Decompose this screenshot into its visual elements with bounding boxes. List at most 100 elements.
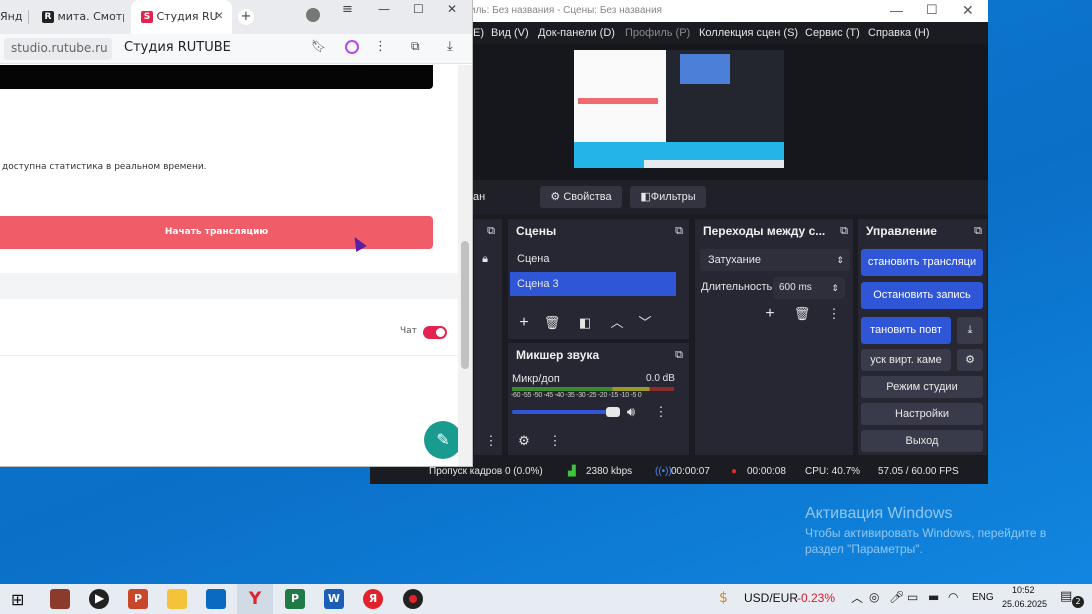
menu-help[interactable]: Справка (H) — [868, 22, 929, 44]
stats-text: доступна статистика в реальном времени. — [2, 162, 207, 172]
scrollbar-thumb[interactable] — [461, 241, 469, 369]
undock-icon[interactable]: ⧉ — [969, 221, 987, 241]
minimize-icon[interactable]: — — [890, 0, 903, 22]
store-icon[interactable] — [206, 589, 226, 609]
currency-pair[interactable]: USD/EUR — [744, 591, 798, 605]
filters-button[interactable]: ◧Фильтры — [630, 186, 706, 208]
yandex-browser-icon[interactable]: Y — [245, 589, 265, 609]
close-icon[interactable]: ✕ — [962, 0, 974, 21]
record-button[interactable]: Остановить запись — [861, 282, 983, 309]
stream-button[interactable]: становить трансляци — [861, 249, 983, 276]
save-replay-icon[interactable]: ⤓ — [957, 317, 983, 344]
wifi-icon[interactable]: ◠ — [948, 590, 958, 604]
exit-button[interactable]: Выход — [861, 430, 983, 452]
download-icon[interactable]: ⤓ — [447, 39, 453, 54]
close-icon[interactable]: ✕ — [447, 2, 457, 16]
gear-icon[interactable]: ⚙ — [957, 349, 983, 371]
yandex-icon[interactable]: Я — [363, 589, 383, 609]
microphone-icon[interactable]: 🎤︎ — [889, 590, 904, 604]
scrollbar[interactable] — [458, 65, 472, 466]
support-chat-icon[interactable]: ✎ — [424, 421, 458, 459]
virtual-camera-button[interactable]: уск вирт. каме — [861, 349, 951, 371]
maximize-icon[interactable]: ☐ — [413, 2, 424, 16]
mixer-title: Микшер звука — [516, 348, 600, 362]
duration-spinbox[interactable]: 600 ms ⇕ — [773, 277, 845, 299]
sidebar-icon[interactable]: ⧉ — [411, 39, 420, 54]
menu-tools[interactable]: Сервис (T) — [805, 22, 860, 44]
volume-meter — [512, 387, 674, 391]
controls-dock: Управление ⧉ становить трансляци Останов… — [857, 218, 988, 456]
start-stream-button[interactable]: Начать трансляцию — [0, 216, 433, 249]
video-preview — [0, 65, 433, 89]
undock-icon[interactable]: ⧉ — [670, 221, 688, 241]
maximize-icon[interactable]: ☐ — [926, 0, 938, 21]
word-icon[interactable]: W — [324, 589, 344, 609]
filter-icon[interactable]: ◧ — [574, 313, 596, 333]
trash-icon[interactable]: 🗑︎ — [791, 304, 813, 324]
trash-icon[interactable]: 🗑︎ — [541, 313, 563, 333]
more-icon[interactable]: ⋮ — [546, 431, 564, 451]
mixer-dock: Микшер звука ⧉ Микр/доп 0.0 dB -60 -55 -… — [507, 342, 690, 456]
add-icon[interactable]: + — [759, 304, 781, 324]
clock-date[interactable]: 25.06.2025 — [1002, 599, 1047, 609]
address-bar[interactable]: studio.rutube.ru Студия RUTUBE 🔖︎ ⋮ ⧉ ⤓ — [0, 34, 472, 64]
arrow-up-icon[interactable]: ︿ — [606, 313, 628, 333]
advanced-audio-icon[interactable]: ⚙ — [512, 431, 536, 451]
menu-icon[interactable]: ≡ — [342, 2, 353, 17]
transition-select[interactable]: Затухание ⇕ — [700, 249, 850, 271]
cpu-usage: CPU: 40.7% — [805, 466, 861, 477]
domain-pill[interactable]: studio.rutube.ru — [4, 38, 112, 60]
properties-button[interactable]: ⚙ Свойства — [540, 186, 622, 208]
tab-rutube-studio[interactable]: S Студия RU ✕ — [131, 0, 232, 34]
tab-yandex[interactable]: Янд — [0, 0, 24, 34]
obs-icon[interactable] — [403, 589, 423, 609]
publisher-icon[interactable]: P — [285, 589, 305, 609]
alice-icon[interactable] — [345, 40, 359, 54]
studio-mode-button[interactable]: Режим студии — [861, 376, 983, 398]
speaker-icon[interactable]: 🔊︎ — [622, 402, 640, 422]
media-player-icon[interactable]: ▶ — [89, 589, 109, 609]
scene-item[interactable]: Сцена — [510, 247, 678, 271]
winrar-icon[interactable] — [50, 589, 70, 609]
undock-icon[interactable]: ⧉ — [670, 345, 688, 365]
notification-icon[interactable]: ▤ — [1060, 589, 1072, 604]
more-icon[interactable]: ⋮ — [823, 304, 845, 324]
battery-icon[interactable]: ▬ — [928, 590, 939, 604]
undock-icon[interactable]: ⧉ — [835, 221, 853, 241]
more-icon[interactable]: ⋮ — [652, 402, 670, 422]
menu-edit[interactable]: E) — [473, 22, 484, 44]
display-icon[interactable]: ▭ — [907, 590, 918, 604]
arrow-down-icon[interactable]: ﹀ — [634, 313, 656, 333]
language-indicator[interactable]: ENG — [972, 592, 994, 603]
menu-docks[interactable]: Док-панели (D) — [538, 22, 615, 44]
volume-slider-handle[interactable] — [606, 407, 620, 417]
menu-view[interactable]: Вид (V) — [491, 22, 529, 44]
powerpoint-icon[interactable]: P — [128, 589, 148, 609]
more-icon[interactable]: ⋮ — [482, 431, 500, 451]
scene-item-selected[interactable]: Сцена 3 — [510, 272, 676, 296]
bookmark-icon[interactable]: 🔖︎ — [311, 39, 326, 53]
add-icon[interactable]: + — [513, 313, 535, 333]
minimize-icon[interactable]: — — [378, 2, 390, 16]
settings-button[interactable]: Настройки — [861, 403, 983, 425]
network-icon[interactable]: ◎ — [869, 590, 879, 604]
notification-badge: 2 — [1072, 596, 1084, 608]
currency-change: -0.23% — [797, 591, 836, 605]
menu-scene-collection[interactable]: Коллекция сцен (S) — [699, 22, 798, 44]
file-explorer-icon[interactable] — [167, 589, 187, 609]
windows-start-icon[interactable]: ⊞ — [11, 590, 24, 609]
menu-profile[interactable]: Профиль (P) — [625, 22, 690, 44]
clock-time[interactable]: 10:52 — [1012, 585, 1035, 595]
tab-rutube-watch[interactable]: R мита. Смотр — [42, 0, 124, 34]
undock-icon[interactable]: ⧉ — [482, 221, 500, 241]
lock-icon[interactable]: 🔒︎ — [476, 249, 494, 269]
chevron-up-icon[interactable]: ︿ — [851, 589, 863, 606]
chat-toggle[interactable] — [423, 326, 447, 339]
signal-icon: ▟ — [568, 466, 576, 477]
profile-icon[interactable] — [306, 8, 320, 22]
controls-title: Управление — [866, 224, 937, 238]
close-tab-icon[interactable]: ✕ — [215, 0, 223, 34]
replay-buffer-button[interactable]: тановить повт — [861, 317, 951, 344]
more-icon[interactable]: ⋮ — [374, 39, 387, 54]
new-tab-icon[interactable]: + — [238, 9, 254, 25]
